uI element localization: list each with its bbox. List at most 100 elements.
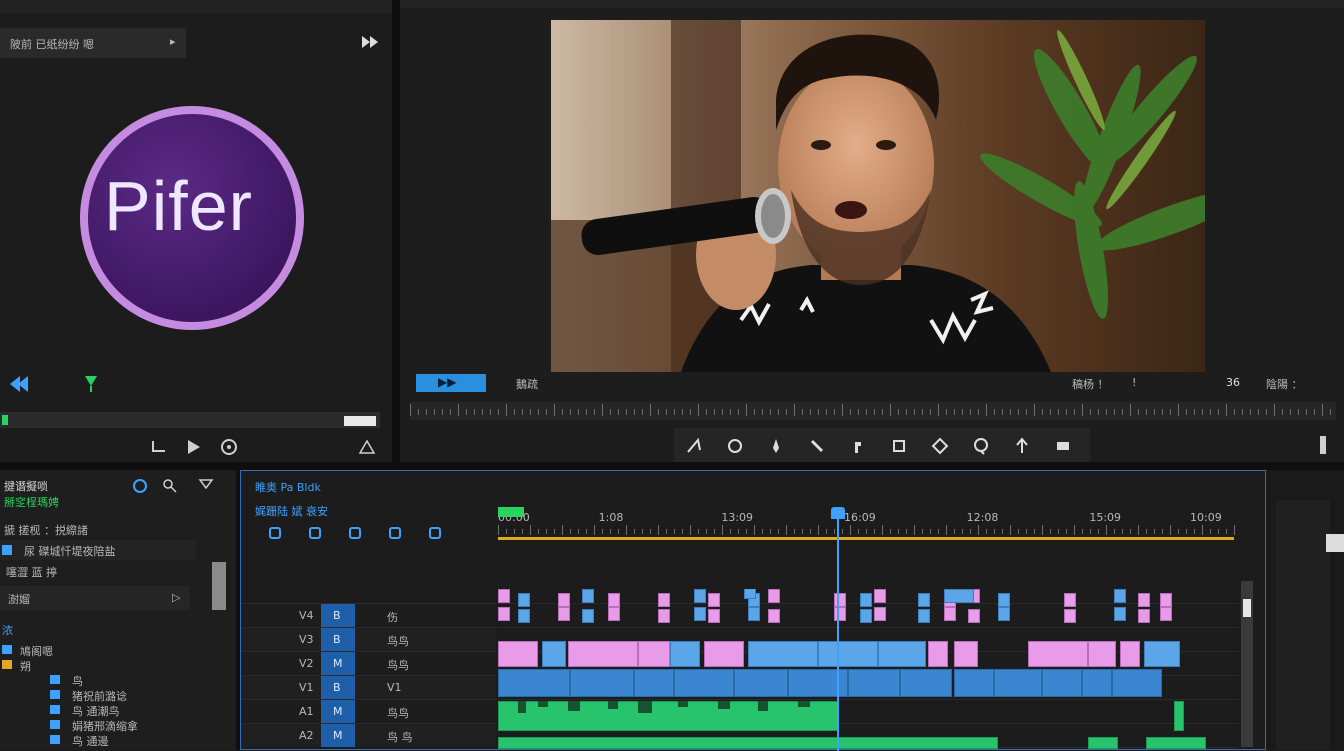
timeline-clip[interactable] xyxy=(998,593,1010,607)
timeline-clip[interactable] xyxy=(1160,607,1172,621)
fast-forward-icon[interactable] xyxy=(360,34,380,50)
marker-add-icon[interactable] xyxy=(347,525,363,545)
timeline-clip[interactable] xyxy=(1082,669,1112,697)
timeline-clip[interactable] xyxy=(1064,593,1076,607)
play-icon[interactable] xyxy=(184,438,202,456)
timeline-clip[interactable] xyxy=(768,609,780,623)
captions-icon[interactable] xyxy=(427,525,443,545)
filter-icon[interactable] xyxy=(198,478,214,494)
refresh-icon[interactable] xyxy=(132,478,148,494)
timeline-clip[interactable] xyxy=(768,589,780,603)
track-header[interactable]: V3 B 鸟鸟 xyxy=(241,627,496,651)
track-header[interactable]: V4 B 伤 xyxy=(241,603,496,627)
timeline-clip[interactable] xyxy=(1120,641,1140,667)
timeline-clip[interactable] xyxy=(1160,593,1172,607)
wrench-icon[interactable] xyxy=(387,525,403,545)
timeline-clip[interactable] xyxy=(834,607,846,621)
bar-icon[interactable] xyxy=(1320,436,1326,454)
timeline-clip[interactable] xyxy=(944,607,956,621)
hand-icon[interactable] xyxy=(848,436,868,460)
timeline-clip[interactable] xyxy=(954,641,978,667)
timeline-clip[interactable] xyxy=(498,737,998,749)
timeline-clip[interactable] xyxy=(1088,641,1116,667)
step-icon[interactable] xyxy=(150,438,168,456)
lasso-icon[interactable] xyxy=(971,436,991,460)
timeline-clip[interactable] xyxy=(744,589,756,599)
track-toggle[interactable]: M xyxy=(321,652,355,675)
timeline-clip[interactable] xyxy=(498,641,538,667)
timeline-clip[interactable] xyxy=(498,701,838,731)
timeline-clip[interactable] xyxy=(1088,737,1118,749)
timeline-clip[interactable] xyxy=(570,669,634,697)
track-header[interactable]: A1 M 鸟鸟 xyxy=(241,699,496,723)
timeline-clip[interactable] xyxy=(860,609,872,623)
project-dropdown[interactable]: 澍媹 ▷ xyxy=(0,586,190,610)
track-toggle[interactable]: M xyxy=(321,700,355,723)
timeline-clip[interactable] xyxy=(708,609,720,623)
right-dock-tab[interactable] xyxy=(1326,534,1344,552)
video-frame[interactable] xyxy=(551,20,1205,372)
timeline-clip[interactable] xyxy=(878,641,926,667)
timeline-clip[interactable] xyxy=(1174,701,1184,731)
timeline-clip[interactable] xyxy=(968,609,980,623)
work-area-bar[interactable] xyxy=(498,537,1234,540)
rect-icon[interactable] xyxy=(889,436,909,460)
timeline-clip[interactable] xyxy=(834,593,846,607)
timeline-clip[interactable] xyxy=(704,641,744,667)
timeline-scrollbar[interactable] xyxy=(1241,581,1253,747)
timeline-clip[interactable] xyxy=(658,593,670,607)
export-icon[interactable] xyxy=(358,438,376,456)
timeline-clip[interactable] xyxy=(1028,641,1088,667)
timeline-clip[interactable] xyxy=(848,669,900,697)
project-list-item[interactable]: 朔 xyxy=(0,657,210,673)
timeline-clip[interactable] xyxy=(708,593,720,607)
ripple-icon[interactable] xyxy=(725,436,745,460)
timeline-clip[interactable] xyxy=(568,641,638,667)
vertical-divider[interactable] xyxy=(392,0,400,462)
camera-icon[interactable] xyxy=(220,438,238,456)
timeline-clip[interactable] xyxy=(638,641,670,667)
timeline-clip[interactable] xyxy=(1146,737,1206,749)
timeline-clip[interactable] xyxy=(694,607,706,621)
in-point-marker[interactable] xyxy=(498,507,524,517)
snap-icon[interactable] xyxy=(267,525,283,545)
pen-icon[interactable] xyxy=(766,436,786,460)
project-list-item[interactable]: 鸟 通潮鸟 xyxy=(0,702,210,718)
project-row-2-box[interactable]: 尿 磔城忏堤夜陪盐 xyxy=(0,540,196,560)
marker-icon[interactable] xyxy=(84,374,98,394)
project-list-item[interactable]: 鳩阁嗯 xyxy=(0,642,210,658)
timeline-clip[interactable] xyxy=(954,669,994,697)
project-list-item[interactable]: 娟猪邢滴缩拿 xyxy=(0,717,210,733)
timeline-scroll-thumb[interactable] xyxy=(1243,599,1251,617)
timeline-clip[interactable] xyxy=(928,641,948,667)
rewind-icon[interactable] xyxy=(8,374,30,394)
timeline-clip[interactable] xyxy=(1114,607,1126,621)
timeline-clip[interactable] xyxy=(582,589,594,603)
timeline-clip[interactable] xyxy=(748,607,760,621)
playhead[interactable] xyxy=(837,507,839,751)
timeline-clip[interactable] xyxy=(1138,593,1150,607)
horizontal-divider[interactable] xyxy=(0,462,1344,470)
timeline-clip[interactable] xyxy=(874,607,886,621)
timeline-clip[interactable] xyxy=(694,589,706,603)
timeline-clip[interactable] xyxy=(634,669,674,697)
track-toggle[interactable]: B xyxy=(321,604,355,627)
timeline-clip[interactable] xyxy=(518,609,530,623)
track-header[interactable]: A2 M 鸟 鸟 xyxy=(241,723,496,747)
timeline-clip[interactable] xyxy=(608,607,620,621)
timeline-ruler[interactable]: 00:00 1:08 13:09 16:09 12:08 15:09 10:09 xyxy=(498,507,1236,541)
timeline-clip[interactable] xyxy=(670,641,700,667)
source-header-arrow[interactable]: ▸ xyxy=(170,35,176,48)
track-header[interactable]: V2 M 鸟鸟 xyxy=(241,651,496,675)
track-header[interactable]: V1 B V1 xyxy=(241,675,496,699)
project-list-item[interactable]: 鸟 通邊 xyxy=(0,732,210,748)
razor-icon[interactable] xyxy=(684,436,704,460)
timeline-clip[interactable] xyxy=(498,607,510,621)
timeline-clip[interactable] xyxy=(674,669,734,697)
link-icon[interactable] xyxy=(307,525,323,545)
timeline-clip[interactable] xyxy=(1144,641,1180,667)
project-scrollbar[interactable] xyxy=(212,562,226,610)
timeline-clip[interactable] xyxy=(558,607,570,621)
timeline-clip[interactable] xyxy=(1112,669,1162,697)
timeline-clip[interactable] xyxy=(518,593,530,607)
